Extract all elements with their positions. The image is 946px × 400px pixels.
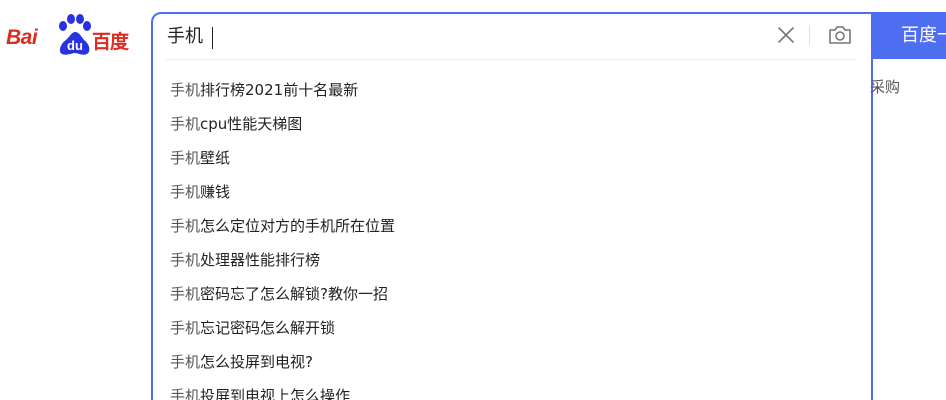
baidu-logo[interactable]: Bai du 百度 [6, 14, 136, 58]
nav-link-partial[interactable]: 采购 [870, 76, 900, 97]
suggestion-query-text: 手机 [170, 353, 201, 371]
suggestion-list: 手机排行榜2021前十名最新 手机cpu性能天梯图 手机壁纸 手机赚钱 手机怎么定位对方… [170, 75, 395, 400]
logo-chinese-text: 百度 [92, 31, 129, 53]
suggestion-completion-text: 怎么定位对方的手机所在位置 [200, 217, 396, 235]
suggestion-completion-text: 投屏到电视上怎么操作 [200, 387, 351, 400]
suggestion-completion-text: 处理器性能排行榜 [200, 251, 321, 269]
suggestion-query-text: 手机 [170, 115, 201, 133]
search-panel: 手机排行榜2021前十名最新手机cpu性能天梯图手机壁纸手机赚钱手机怎么定位对方… [151, 12, 873, 400]
suggestion-query-text: 手机 [170, 387, 201, 400]
suggestion-item[interactable]: 手机cpu性能天梯图 [170, 109, 395, 143]
suggestion-item[interactable]: 手机赚钱 [170, 177, 395, 211]
suggestion-completion-text: 密码忘了怎么解锁?教你一招 [200, 285, 388, 303]
search-input[interactable] [167, 22, 727, 52]
suggestion-item[interactable]: 手机密码忘了怎么解锁?教你一招 [170, 279, 395, 313]
input-divider [809, 25, 810, 45]
paw-icon: du [59, 14, 91, 55]
close-icon[interactable] [775, 24, 797, 46]
suggestion-completion-text: cpu性能天梯图 [200, 115, 303, 133]
suggestion-query-text: 手机 [170, 319, 201, 337]
suggestion-completion-text: 怎么投屏到电视? [200, 353, 313, 371]
search-button[interactable]: 百度一下 [873, 12, 946, 59]
suggestion-item[interactable]: 手机投屏到电视上怎么操作 [170, 381, 395, 400]
suggestion-completion-text: 忘记密码怎么解开锁 [200, 319, 336, 337]
suggestion-item[interactable]: 手机排行榜2021前十名最新 [170, 75, 395, 109]
suggestion-query-text: 手机 [170, 251, 201, 269]
page: Bai du 百度 手机排行榜2021前十名最新手机cpu性能天梯图手机壁纸手机… [0, 0, 946, 400]
suggestion-query-text: 手机 [170, 285, 201, 303]
suggestion-item[interactable]: 手机怎么定位对方的手机所在位置 [170, 211, 395, 245]
suggestion-completion-text: 排行榜2021前十名最新 [200, 81, 359, 99]
logo-latin-text: Bai [6, 26, 38, 49]
suggestion-completion-text: 壁纸 [200, 149, 231, 167]
paw-text: du [67, 38, 83, 53]
text-caret [212, 27, 213, 49]
dropdown-divider [165, 59, 857, 60]
suggestion-item[interactable]: 手机忘记密码怎么解开锁 [170, 313, 395, 347]
suggestion-completion-text: 赚钱 [200, 183, 231, 201]
suggestion-query-text: 手机 [170, 149, 201, 167]
suggestion-item[interactable]: 手机壁纸 [170, 143, 395, 177]
suggestion-query-text: 手机 [170, 81, 201, 99]
suggestion-item[interactable]: 手机怎么投屏到电视? [170, 347, 395, 381]
suggestion-query-text: 手机 [170, 217, 201, 235]
camera-icon[interactable] [827, 23, 853, 47]
suggestion-query-text: 手机 [170, 183, 201, 201]
suggestion-item[interactable]: 手机处理器性能排行榜 [170, 245, 395, 279]
